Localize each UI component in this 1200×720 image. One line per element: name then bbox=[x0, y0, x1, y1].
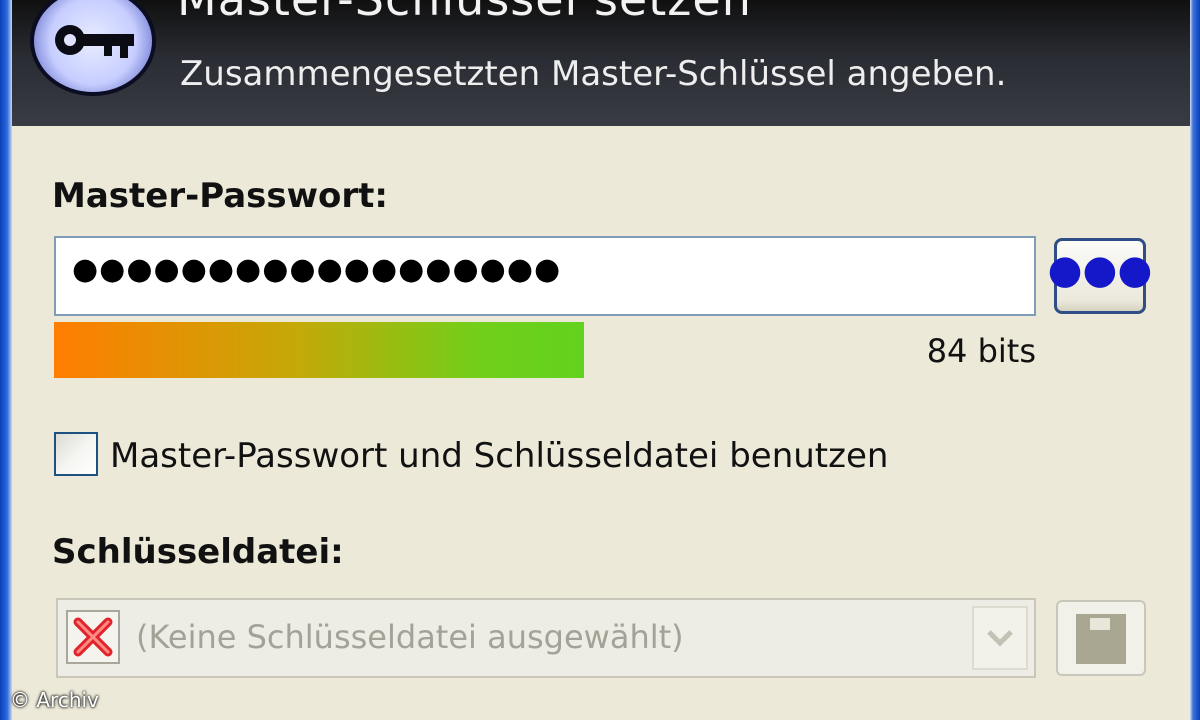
dialog-banner: Master-Schlüssel setzen Zusammengesetzte… bbox=[12, 0, 1190, 126]
keyfile-select[interactable]: (Keine Schlüsseldatei ausgewählt) bbox=[56, 598, 1036, 678]
show-password-button[interactable]: ●●● bbox=[1048, 238, 1152, 314]
image-credit: © Archiv bbox=[10, 688, 99, 712]
chevron-down-icon[interactable] bbox=[972, 606, 1028, 670]
window-border-left bbox=[0, 0, 12, 720]
use-keyfile-checkbox[interactable] bbox=[54, 432, 98, 476]
reveal-dots-icon: ●●● bbox=[1047, 247, 1153, 293]
master-password-input[interactable]: ●●●●●●●●●●●●●●●●●● bbox=[54, 236, 1036, 316]
red-x-icon bbox=[66, 610, 120, 664]
password-quality-bar bbox=[54, 322, 1036, 378]
window-border-right bbox=[1190, 0, 1200, 720]
use-keyfile-label[interactable]: Master-Passwort und Schlüsseldatei benut… bbox=[110, 436, 888, 476]
dialog-subtitle: Zusammengesetzten Master-Schlüssel angeb… bbox=[180, 54, 1007, 94]
master-password-label: Master-Passwort: bbox=[52, 176, 389, 216]
disk-icon bbox=[1076, 614, 1126, 664]
masked-password-text: ●●●●●●●●●●●●●●●●●● bbox=[72, 252, 562, 287]
password-quality-bits: 84 bits bbox=[926, 332, 1036, 370]
master-key-dialog: Master-Schlüssel setzen Zusammengesetzte… bbox=[0, 0, 1200, 720]
key-icon bbox=[34, 0, 152, 92]
dialog-title: Master-Schlüssel setzen bbox=[177, 0, 752, 26]
open-keyfile-button[interactable] bbox=[1056, 600, 1146, 676]
keyfile-selected-value: (Keine Schlüsseldatei ausgewählt) bbox=[136, 618, 684, 656]
password-quality-fill bbox=[54, 322, 585, 378]
keyfile-label: Schlüsseldatei: bbox=[52, 532, 344, 572]
